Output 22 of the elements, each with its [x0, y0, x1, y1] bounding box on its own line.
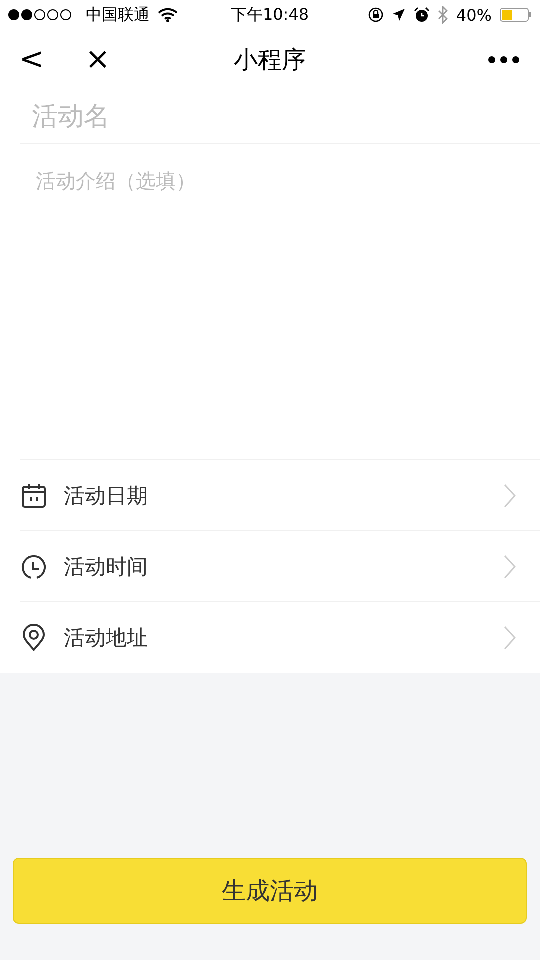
- close-button[interactable]: ×: [80, 42, 116, 78]
- bluetooth-icon: [438, 6, 448, 24]
- chevron-right-icon: [504, 626, 516, 650]
- battery-icon: [500, 7, 532, 23]
- battery-percent: 40%: [456, 6, 492, 24]
- page-title: 小程序: [234, 45, 306, 76]
- chevron-right-icon: [504, 484, 516, 508]
- clock-icon: [20, 552, 48, 580]
- alarm-icon: [414, 7, 430, 23]
- activity-name-field[interactable]: 活动名: [0, 90, 540, 144]
- back-button[interactable]: <: [14, 42, 50, 78]
- chevron-right-icon: [504, 554, 516, 578]
- status-time: 下午10:48: [230, 4, 310, 26]
- location-arrow-icon: [392, 8, 406, 22]
- create-activity-button[interactable]: 生成活动: [13, 858, 527, 924]
- more-icon[interactable]: [488, 56, 520, 64]
- activity-intro-field[interactable]: 活动介绍（选填）: [0, 144, 540, 460]
- carrier-name: 中国联通: [86, 4, 150, 26]
- location-pin-icon: [20, 624, 48, 652]
- calendar-icon: [20, 482, 48, 510]
- rotation-lock-icon: [368, 7, 384, 23]
- wifi-icon: [158, 7, 178, 23]
